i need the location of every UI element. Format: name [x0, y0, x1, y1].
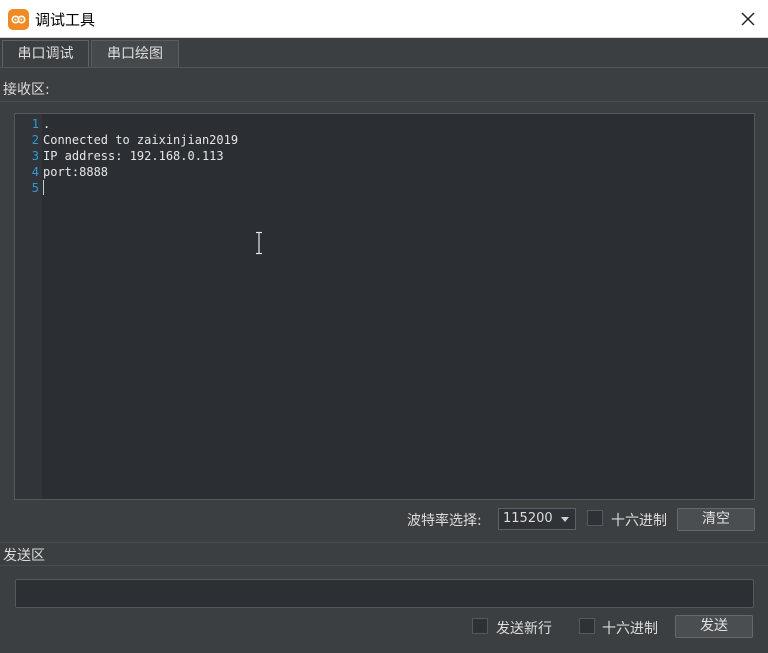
code-line: port:8888	[43, 165, 109, 179]
send-newline-label: 发送新行	[496, 621, 552, 637]
send-input[interactable]	[15, 579, 754, 608]
send-hex-checkbox[interactable]	[579, 618, 595, 634]
title-bar: 调试工具	[0, 0, 768, 38]
send-area-label: 发送区	[3, 548, 45, 564]
code-line: Connected to zaixinjian2019	[43, 133, 239, 147]
tab-serial-plot[interactable]: 串口绘图	[91, 40, 179, 67]
text-caret	[43, 180, 44, 195]
receive-area-label: 接收区:	[3, 82, 50, 98]
line-number: 1	[31, 117, 39, 131]
baud-rate-value: 115200	[503, 511, 553, 526]
tab-bar: 串口调试 串口绘图	[0, 38, 768, 68]
line-number-gutter: 1 2 3 4 5	[15, 114, 42, 499]
send-newline-checkbox[interactable]	[472, 618, 488, 634]
baud-rate-select[interactable]: 115200	[498, 508, 576, 530]
clear-button[interactable]: 清空	[677, 508, 755, 531]
line-number: 3	[31, 149, 39, 163]
code-line: IP address: 192.168.0.113	[43, 149, 224, 163]
window-title: 调试工具	[35, 11, 96, 29]
app-logo-icon	[8, 9, 29, 30]
receive-hex-checkbox[interactable]	[587, 510, 603, 526]
tab-serial-debug[interactable]: 串口调试	[2, 40, 89, 67]
divider	[0, 542, 768, 543]
send-button[interactable]: 发送	[675, 615, 753, 638]
text-cursor-icon	[255, 231, 263, 255]
receive-hex-label: 十六进制	[611, 513, 667, 529]
receive-text-area[interactable]: 1 2 3 4 5 . Connected to zaixinjian2019 …	[14, 113, 755, 500]
divider	[0, 101, 768, 102]
line-number: 2	[31, 133, 39, 147]
chevron-down-icon	[561, 517, 569, 522]
baud-rate-label: 波特率选择:	[407, 513, 482, 529]
close-icon[interactable]	[738, 9, 758, 29]
line-number: 5	[31, 181, 39, 195]
send-hex-label: 十六进制	[602, 621, 658, 637]
divider	[0, 565, 768, 566]
code-line: .	[43, 117, 51, 131]
line-number: 4	[31, 165, 39, 179]
